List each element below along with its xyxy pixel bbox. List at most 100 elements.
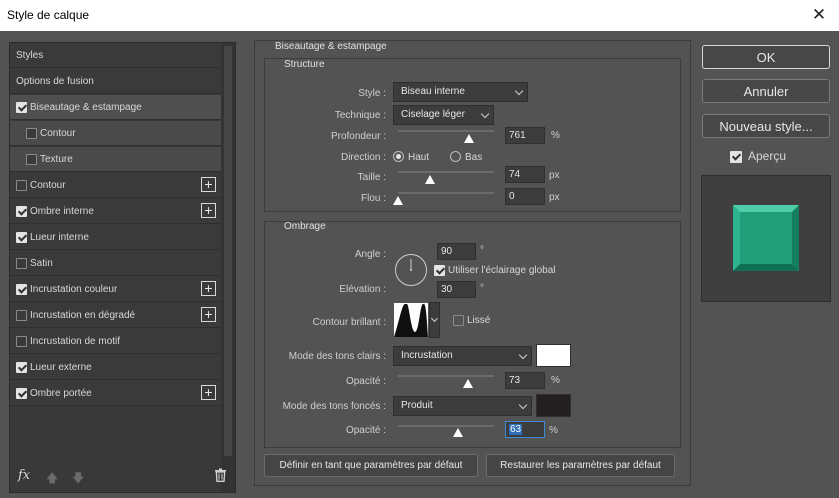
depth-field[interactable]: 761 [505,127,545,144]
sidebar-item[interactable]: Lueur externe [10,355,221,380]
structure-title: Structure [284,59,325,70]
sidebar-item-checkbox[interactable] [16,232,27,243]
sidebar-item[interactable]: Satin [10,251,221,276]
fx-menu-button[interactable]: fx [18,468,30,483]
window-title: Style de calque [7,8,90,22]
add-effect-icon[interactable]: + [201,385,216,400]
trash-icon[interactable] [214,468,227,482]
sidebar-item-checkbox[interactable] [26,154,37,165]
ok-button[interactable]: OK [702,45,830,69]
size-field[interactable]: 74 [505,166,545,183]
angle-dial[interactable] [394,253,428,287]
direction-up-label: Haut [408,152,430,163]
sidebar-item[interactable]: Incrustation en dégradé + [10,303,221,328]
style-dropdown[interactable]: Biseau interne [393,82,528,102]
sidebar-item-checkbox[interactable] [16,180,27,191]
move-up-icon[interactable]: 🡅 [46,469,58,490]
direction-down-radio[interactable] [450,151,461,162]
sidebar-item[interactable]: Incrustation de motif [10,329,221,354]
add-effect-icon[interactable]: + [201,203,216,218]
sidebar-item[interactable]: Lueur interne [10,225,221,250]
highlight-color-swatch[interactable] [536,344,571,367]
sidebar-item-label: Lueur externe [30,362,92,373]
add-effect-icon[interactable]: + [201,177,216,192]
sidebar-item-checkbox[interactable] [26,128,37,139]
sidebar-item[interactable]: Biseautage & estampage [10,95,221,120]
angle-unit: ° [480,245,484,256]
technique-dropdown[interactable]: Ciselage léger [393,105,494,125]
blur-slider-track[interactable] [398,192,494,194]
global-light-checkbox[interactable] [434,265,445,276]
preview-swatch [733,205,799,271]
altitude-field[interactable]: 30 [437,281,476,298]
sidebar-item-checkbox[interactable] [16,258,27,269]
blur-field[interactable]: 0 [505,188,545,205]
scrollbar-thumb[interactable] [224,46,232,456]
sidebar-item-label: Satin [30,258,53,269]
sidebar-item-label: Options de fusion [16,76,94,87]
gloss-contour-menu[interactable] [429,302,440,338]
direction-up-radio[interactable] [393,151,404,162]
new-style-button[interactable]: Nouveau style... [702,114,830,138]
sidebar-item-checkbox[interactable] [16,284,27,295]
gloss-contour-label: Contour brillant : [312,317,386,328]
size-slider-handle[interactable] [424,175,435,184]
gloss-contour-preview[interactable] [393,302,429,338]
cancel-button[interactable]: Annuler [702,79,830,103]
move-down-icon[interactable]: 🡇 [72,469,84,490]
preview-checkbox[interactable] [730,151,742,163]
sidebar-item-label: Contour [30,180,66,191]
antialias-label: Lissé [467,315,491,326]
effects-list: Styles Options de fusion Biseautage & esta… [9,42,236,493]
sidebar-item[interactable]: Texture [10,147,221,172]
sidebar-item-checkbox[interactable] [16,336,27,347]
angle-field[interactable]: 90 [437,243,476,260]
depth-slider-track[interactable] [398,130,494,132]
sidebar-item-label: Incrustation de motif [30,336,121,347]
sidebar-item-checkbox[interactable] [16,206,27,217]
highlight-opacity-field[interactable]: 73 [505,372,545,389]
direction-down-label: Bas [465,152,483,163]
sidebar-item[interactable]: Options de fusion [10,69,221,94]
antialias-checkbox[interactable] [453,315,464,326]
shadow-mode-dropdown[interactable]: Produit [393,396,532,416]
chevron-down-icon [518,350,528,360]
sidebar-item[interactable]: Contour [10,121,221,146]
global-light-label: Utiliser l'éclairage global [448,265,556,276]
shadow-color-swatch[interactable] [536,394,571,417]
close-icon[interactable]: ✕ [809,4,829,26]
highlight-opacity-slider-handle[interactable] [463,379,474,388]
sidebar-item[interactable]: Incrustation couleur + [10,277,221,302]
sidebar-item-checkbox[interactable] [16,388,27,399]
sidebar-item[interactable]: Styles [10,43,221,68]
set-default-button[interactable]: Définir en tant que paramètres par défau… [264,454,478,477]
sidebar-item[interactable]: Contour + [10,173,221,198]
sidebar-item-label: Biseautage & estampage [30,102,142,113]
shadow-opacity-slider-handle[interactable] [453,428,464,437]
shading-title: Ombrage [284,221,326,232]
sidebar-item[interactable]: Ombre portée + [10,381,221,406]
sidebar-item-checkbox[interactable] [16,362,27,373]
blur-label: Flou : [360,193,386,204]
blur-slider-handle[interactable] [393,196,403,205]
sidebar-item[interactable]: Ombre interne + [10,199,221,224]
highlight-mode-dropdown[interactable]: Incrustation [393,346,532,366]
size-unit: px [549,170,560,181]
size-slider-track[interactable] [398,171,494,173]
style-dropdown-value: Biseau interne [401,86,465,97]
add-effect-icon[interactable]: + [201,281,216,296]
depth-label: Profondeur : [330,131,386,142]
highlight-opacity-slider-track[interactable] [398,375,494,377]
add-effect-icon[interactable]: + [201,307,216,322]
shadow-opacity-slider-track[interactable] [398,425,494,427]
shadow-opacity-field[interactable]: 63 [505,421,545,438]
depth-slider-handle[interactable] [464,134,475,143]
chevron-down-icon [480,109,490,119]
sidebar-item-checkbox[interactable] [16,102,27,113]
sidebar-item-label: Ombre portée [30,388,92,399]
effects-list-scrollbar[interactable] [221,43,235,492]
sidebar-item-label: Incrustation couleur [30,284,118,295]
style-label: Style : [358,88,386,99]
sidebar-item-checkbox[interactable] [16,310,27,321]
reset-default-button[interactable]: Restaurer les paramètres par défaut [486,454,675,477]
